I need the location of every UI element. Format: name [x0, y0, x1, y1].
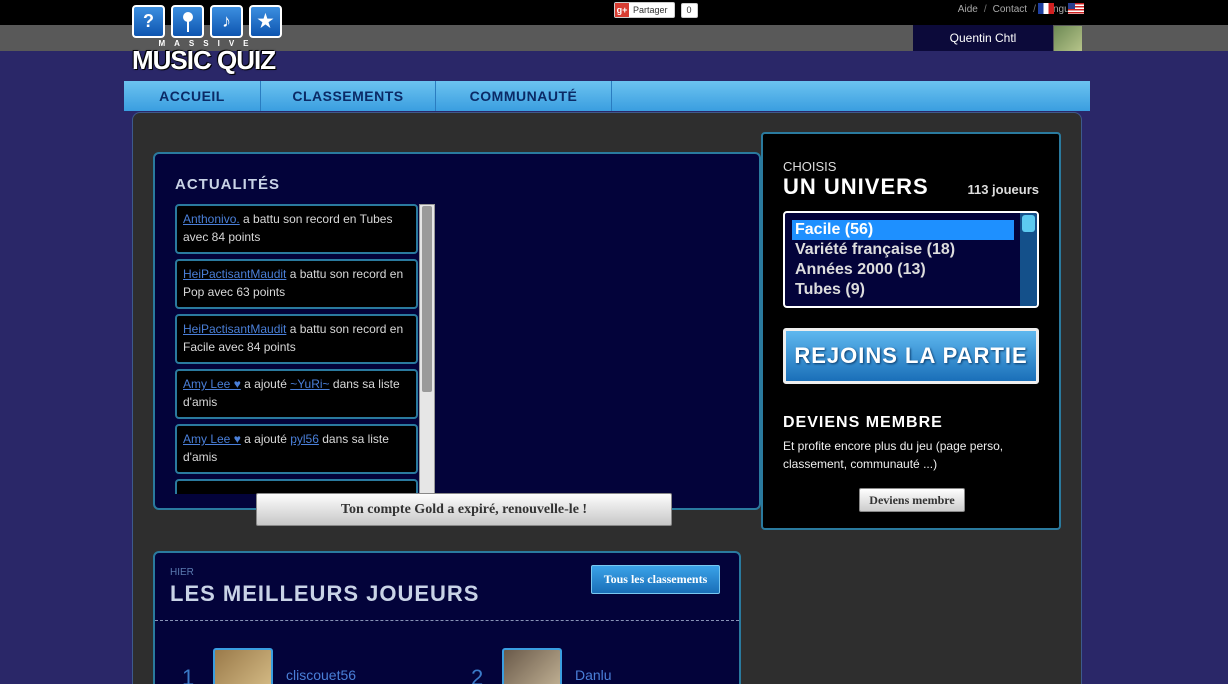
universe-option[interactable]: Facile (56) — [792, 220, 1014, 240]
join-game-button[interactable]: REJOINS LA PARTIE — [783, 328, 1039, 384]
separator: / — [983, 4, 987, 15]
best-players-panel: HIER LES MEILLEURS JOUEURS Tous les clas… — [153, 551, 741, 684]
universe-option[interactable]: Années 2000 (13) — [792, 260, 1014, 280]
nav-accueil[interactable]: ACCUEIL — [124, 81, 261, 111]
universe-option[interactable]: Tubes (9) — [792, 280, 1014, 300]
contact-link[interactable]: Contact — [993, 4, 1027, 15]
google-plus-icon: g+ — [615, 3, 629, 17]
user-avatar[interactable] — [1054, 26, 1082, 51]
best-players-title: LES MEILLEURS JOUEURS — [170, 581, 480, 606]
share-count: 0 — [680, 2, 698, 18]
news-text: a ajouté — [240, 432, 291, 446]
news-item — [175, 479, 418, 494]
logo[interactable]: ? ♪ ★ MASSIVE MUSIC QUIZ — [132, 5, 284, 77]
player-avatar[interactable] — [502, 648, 562, 684]
news-user-link[interactable]: Amy Lee ♥ — [183, 377, 241, 391]
universe-panel: CHOISIS UN UNIVERS 113 joueurs Facile (5… — [761, 132, 1061, 530]
question-icon: ? — [132, 5, 165, 38]
microphone-svg — [182, 11, 193, 32]
all-rankings-button[interactable]: Tous les classements — [591, 565, 720, 594]
separator: / — [1033, 4, 1036, 15]
news-title: ACTUALITÉS — [175, 176, 280, 193]
share-button[interactable]: g+ Partager — [614, 2, 675, 18]
player-rank: 1 — [182, 665, 195, 684]
news-text: a ajouté — [240, 377, 291, 391]
share-label: Partager — [633, 5, 668, 15]
news-item: Amy Lee ♥ a ajouté ~YuRi~ dans sa liste … — [175, 369, 418, 419]
news-list[interactable]: Anthonivo. a battu son record en Tubes a… — [175, 204, 418, 494]
news-panel: ACTUALITÉS Anthonivo. a battu son record… — [153, 152, 761, 510]
universe-scrollbar-thumb[interactable] — [1022, 215, 1035, 232]
choose-label: CHOISIS — [783, 159, 837, 174]
player-count: 113 joueurs — [967, 182, 1039, 197]
logo-title: MUSIC QUIZ — [132, 45, 276, 75]
divider — [155, 620, 739, 621]
universe-title: UN UNIVERS — [783, 174, 929, 199]
news-scrollbar[interactable] — [419, 204, 435, 494]
become-member-text: Et profite encore plus du jeu (page pers… — [783, 439, 1004, 471]
gold-expired-button[interactable]: Ton compte Gold a expiré, renouvelle-le … — [256, 493, 672, 526]
universe-select[interactable]: Facile (56) Variété française (18) Année… — [783, 211, 1039, 308]
news-item: Amy Lee ♥ a ajouté pyl56 dans sa liste d… — [175, 424, 418, 474]
become-member-button[interactable]: Deviens membre — [859, 488, 965, 512]
player-avatar[interactable] — [213, 648, 273, 684]
player-rank: 2 — [471, 665, 484, 684]
top-links: Aide / Contact / Langue : — [958, 4, 1084, 15]
logo-icons: ? ♪ ★ — [132, 5, 284, 38]
user-name[interactable]: Quentin Chtl — [913, 25, 1053, 51]
main-nav: ACCUEIL CLASSEMENTS COMMUNAUTÉ — [124, 81, 1090, 111]
become-member-title: DEVIENS MEMBRE — [783, 414, 943, 431]
news-item: HeiPactisantMaudit a battu son record en… — [175, 314, 418, 364]
news-user-link[interactable]: HeiPactisantMaudit — [183, 267, 286, 281]
news-user-link[interactable]: HeiPactisantMaudit — [183, 322, 286, 336]
universe-scrollbar[interactable] — [1020, 213, 1037, 306]
news-friend-link[interactable]: ~YuRi~ — [290, 377, 329, 391]
french-flag-icon[interactable] — [1038, 3, 1054, 14]
english-flag-icon[interactable] — [1068, 3, 1084, 14]
news-user-link[interactable]: Amy Lee ♥ — [183, 432, 241, 446]
news-user-link[interactable]: Anthonivo. — [183, 212, 240, 226]
news-scrollbar-thumb[interactable] — [422, 206, 432, 392]
google-share[interactable]: g+ Partager 0 — [614, 2, 698, 18]
star-icon: ★ — [249, 5, 282, 38]
news-item: Anthonivo. a battu son record en Tubes a… — [175, 204, 418, 254]
microphone-icon — [171, 5, 204, 38]
universe-option[interactable]: Variété française (18) — [792, 240, 1014, 260]
yesterday-label: HIER — [170, 567, 194, 578]
news-item: HeiPactisantMaudit a battu son record en… — [175, 259, 418, 309]
nav-classements[interactable]: CLASSEMENTS — [261, 81, 436, 111]
player-name-link[interactable]: Danlu — [575, 667, 612, 683]
help-link[interactable]: Aide — [958, 4, 978, 15]
nav-communaute[interactable]: COMMUNAUTÉ — [436, 81, 612, 111]
news-friend-link[interactable]: pyl56 — [290, 432, 319, 446]
music-note-icon: ♪ — [210, 5, 243, 38]
player-name-link[interactable]: cliscouet56 — [286, 667, 356, 683]
